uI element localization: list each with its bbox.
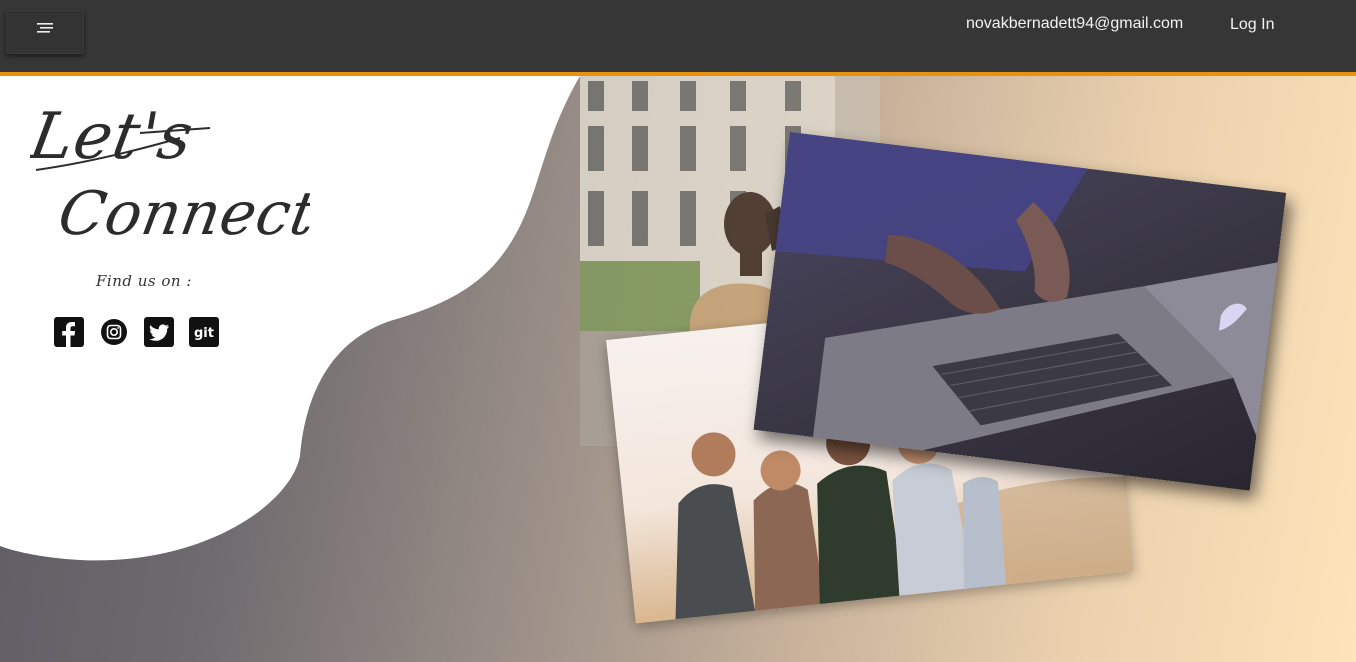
svg-text:Connect!: Connect! — [53, 179, 310, 248]
lets-connect-title: Let's Connect! — [30, 99, 310, 248]
svg-text:git: git — [194, 326, 214, 341]
git-icon[interactable]: git — [189, 317, 219, 347]
top-navbar: novakbernadett94@gmail.com Log In — [0, 0, 1356, 76]
login-link[interactable]: Log In — [1230, 16, 1274, 34]
svg-text:Let's: Let's — [30, 99, 199, 173]
email-link[interactable]: novakbernadett94@gmail.com — [966, 15, 1183, 33]
laptop-photo — [753, 132, 1287, 491]
find-us-label: Find us on : — [96, 272, 192, 290]
social-icons-row: git — [54, 317, 219, 347]
menu-button[interactable] — [6, 10, 84, 54]
twitter-icon[interactable] — [144, 317, 174, 347]
instagram-icon[interactable] — [99, 317, 129, 347]
facebook-icon[interactable] — [54, 317, 84, 347]
menu-lines-icon — [37, 23, 53, 33]
